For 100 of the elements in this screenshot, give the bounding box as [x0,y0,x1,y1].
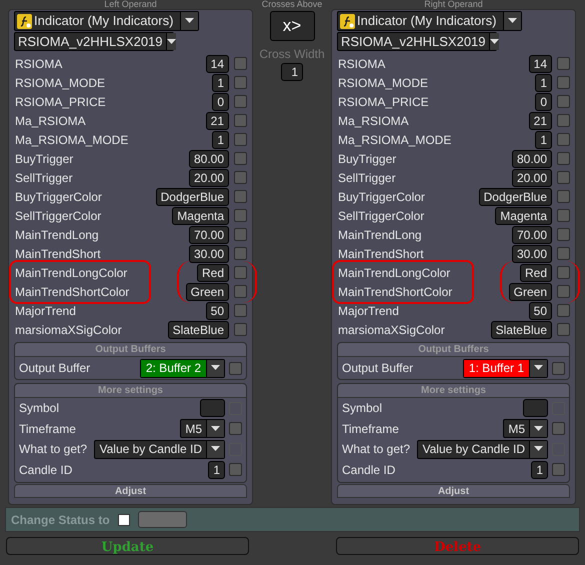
checkbox[interactable] [557,228,570,241]
input-field[interactable]: 1 [212,74,229,92]
parameter-label: RSIOMA_PRICE [15,94,107,110]
input-field[interactable]: Red [196,264,229,282]
caret-icon[interactable] [206,420,224,438]
checkbox[interactable] [234,247,247,260]
input-field[interactable]: Red [520,264,552,282]
input-field[interactable]: 30.00 [188,244,229,262]
input-field[interactable]: SlateBlue [490,320,552,338]
caret-icon[interactable] [503,12,521,30]
checkbox[interactable] [234,57,247,70]
checkbox[interactable] [557,266,570,279]
input-field[interactable]: 30.00 [512,244,552,262]
checkbox[interactable] [234,285,247,298]
checkbox[interactable] [234,209,247,222]
checkbox[interactable] [557,152,570,165]
checkbox[interactable] [557,114,570,127]
input-field[interactable]: 21 [528,112,552,130]
input-field[interactable]: 1 [281,63,303,81]
parameter-label: What to get? [19,441,88,458]
input-field[interactable] [200,399,225,418]
checkbox[interactable] [552,362,565,374]
input-field[interactable]: 14 [528,54,552,72]
input-field[interactable]: 1 [212,130,229,148]
checkbox[interactable] [234,114,247,127]
caret-icon[interactable] [529,360,547,376]
buffer-dropdown[interactable]: 2: Buffer 2 [140,358,225,378]
parameter-label: Candle ID [342,462,396,479]
checkbox[interactable] [234,76,247,89]
checkbox[interactable] [557,304,570,317]
checkbox[interactable] [557,76,570,89]
checkbox[interactable] [234,133,247,146]
input-field[interactable] [138,511,187,528]
caret-icon[interactable] [166,33,176,50]
checkbox[interactable] [118,514,130,526]
input-field[interactable]: Magenta [172,206,229,224]
checkbox[interactable] [557,285,570,298]
checkbox[interactable] [557,171,570,184]
checkbox[interactable] [234,266,247,279]
checkbox[interactable] [229,362,242,374]
indicator-dropdown[interactable]: RSIOMA_v2HHLSX2019 [14,32,174,51]
input-field[interactable]: DodgerBlue [156,188,229,206]
checkbox[interactable] [234,190,247,203]
input-field[interactable]: 80.00 [188,150,229,168]
caret-icon[interactable] [529,440,547,458]
indicator-dropdown[interactable]: RSIOMA_v2HHLSX2019 [337,32,497,51]
input-field[interactable]: 50 [206,302,229,320]
caret-icon[interactable] [529,420,547,438]
input-field[interactable]: 1 [208,460,225,479]
checkbox[interactable] [229,422,242,436]
checkbox[interactable] [234,152,247,165]
checkbox[interactable] [234,171,247,184]
checkbox[interactable] [552,422,565,436]
source-dropdown[interactable]: Indicator (My Indicators) [337,11,522,31]
input-field[interactable]: 20.00 [512,168,552,186]
caret-icon[interactable] [180,12,198,30]
caret-icon[interactable] [206,440,224,458]
adjust-header[interactable]: Adjust [337,484,570,498]
caret-icon[interactable] [206,360,224,376]
checkbox[interactable] [557,209,570,222]
dropdown[interactable]: M5 [180,419,225,438]
input-field[interactable]: 1 [535,130,552,148]
checkbox[interactable] [557,247,570,260]
input-field[interactable]: SlateBlue [168,320,229,338]
checkbox[interactable] [234,323,247,336]
checkbox[interactable] [557,323,570,336]
source-dropdown[interactable]: Indicator (My Indicators) [14,11,199,31]
checkbox[interactable] [557,190,570,203]
dropdown[interactable]: M5 [503,419,548,438]
input-field[interactable]: Green [186,282,229,300]
buffer-dropdown[interactable]: 1: Buffer 1 [462,358,548,378]
dropdown[interactable]: Value by Candle ID [94,440,225,459]
checkbox[interactable] [557,57,570,70]
operator-button[interactable]: x> [270,11,314,41]
input-field[interactable] [523,399,548,418]
input-field[interactable]: 50 [528,302,552,320]
input-field[interactable]: 1 [531,460,548,479]
input-field[interactable]: 1 [535,74,552,92]
input-field[interactable]: 20.00 [188,168,229,186]
checkbox[interactable] [234,304,247,317]
input-field[interactable]: 14 [206,54,229,72]
input-field[interactable]: 80.00 [512,150,552,168]
input-field[interactable]: Green [508,282,552,300]
input-field[interactable]: DodgerBlue [478,188,552,206]
input-field[interactable]: 0 [212,92,229,110]
checkbox[interactable] [234,95,247,108]
dropdown[interactable]: Value by Candle ID [417,440,548,459]
input-field[interactable]: Magenta [495,206,552,224]
input-field[interactable]: 21 [206,112,229,130]
checkbox[interactable] [234,228,247,241]
input-field[interactable]: 70.00 [512,226,552,244]
input-field[interactable]: 0 [535,92,552,110]
caret-icon[interactable] [488,33,499,50]
checkbox[interactable] [557,95,570,108]
checkbox[interactable] [229,463,242,476]
input-field[interactable]: 70.00 [188,226,229,244]
parameter-label: MainTrendShortColor [338,284,454,300]
checkbox[interactable] [552,463,565,476]
checkbox[interactable] [557,133,570,146]
adjust-header[interactable]: Adjust [14,484,247,498]
